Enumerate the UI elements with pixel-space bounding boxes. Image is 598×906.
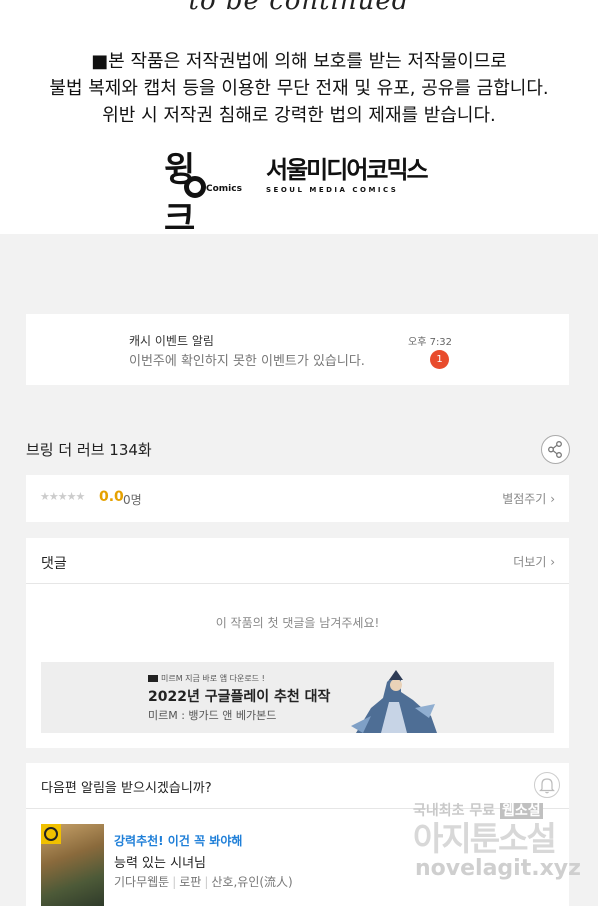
brand-logo-icon — [148, 675, 158, 682]
rating-votes: 0명 — [123, 493, 142, 507]
rating-stars: ★★★★★ — [40, 490, 85, 503]
seoul-media-logo: 서울미디어코믹스 SEOUL MEDIA COMICS — [266, 156, 429, 194]
rating-bar: ★★★★★ 0.0 0명 별점주기 › — [26, 475, 569, 522]
share-icon — [548, 441, 562, 458]
recommendation-tag: 강력추천! 이건 꼭 봐야해 — [114, 834, 243, 848]
divider — [26, 808, 569, 809]
event-time: 오후 7:32 — [408, 337, 453, 348]
event-title: 캐시 이벤트 알림 — [129, 334, 214, 348]
ad-brand: 미르M 지금 바로 앱 다운로드 ! — [148, 673, 265, 684]
copyright-text: ■본 작품은 저작권법에 의해 보호를 받는 저작물이므로 불법 복제와 캡처 … — [0, 48, 598, 129]
event-count-badge: 1 — [430, 350, 449, 369]
bell-icon — [539, 778, 555, 794]
clock-icon — [41, 824, 61, 844]
comments-more-button[interactable]: 더보기 › — [513, 553, 555, 570]
comments-section: 댓글 더보기 › 이 작품의 첫 댓글을 남겨주세요! 미르M 지금 바로 앱 … — [26, 538, 569, 748]
ad-character-image — [351, 670, 437, 733]
ad-subtitle: 미르M : 뱅가드 앤 베가본드 — [148, 709, 277, 722]
recommendation-title[interactable]: 능력 있는 시녀님 — [114, 852, 206, 871]
notify-button[interactable] — [534, 772, 560, 798]
notice-line: 불법 복제와 캡처 등을 이용한 무단 전재 및 유포, 공유를 금합니다. — [49, 78, 549, 99]
publisher-logos: 윙크 Comics 서울미디어코믹스 SEOUL MEDIA COMICS — [164, 150, 429, 239]
recommendation-meta: 기다무웹툰 | 로판 | 산호,유인(流人) — [114, 875, 293, 889]
copyright-notice: to be continued ■본 작품은 저작권법에 의해 보호를 받는 저… — [0, 0, 598, 239]
notice-line: 위반 시 저작권 침해로 강력한 법의 제재를 받습니다. — [102, 105, 496, 126]
comments-title: 댓글 — [41, 556, 67, 572]
chevron-right-icon: › — [550, 492, 555, 506]
rate-button[interactable]: 별점주기 › — [502, 490, 555, 507]
to-be-continued-text: to be continued — [188, 0, 410, 16]
episode-title: 브링 더 러브 134화 — [26, 441, 152, 459]
ad-banner[interactable]: 미르M 지금 바로 앱 다운로드 ! 2022년 구글플레이 추천 대작 미르M… — [41, 662, 554, 733]
comments-empty-text: 이 작품의 첫 댓글을 남겨주세요! — [215, 616, 380, 630]
next-episode-section: 다음편 알림을 받으시겠습니까? 강력추천! 이건 꼭 봐야해 능력 있는 시녀… — [26, 763, 569, 906]
chevron-right-icon: › — [550, 555, 555, 569]
event-notification[interactable]: 캐시 이벤트 알림 이번주에 확인하지 못한 이벤트가 있습니다. 오후 7:3… — [26, 314, 569, 385]
next-episode-question: 다음편 알림을 받으시겠습니까? — [41, 781, 212, 796]
recommendation-thumbnail[interactable] — [41, 824, 104, 906]
event-text: 이번주에 확인하지 못한 이벤트가 있습니다. — [129, 354, 365, 369]
rating-score: 0.0 — [99, 489, 124, 505]
divider — [26, 583, 569, 584]
ad-title: 2022년 구글플레이 추천 대작 — [148, 689, 331, 705]
notice-line: ■본 작품은 저작권법에 의해 보호를 받는 저작물이므로 — [91, 51, 507, 72]
share-button[interactable] — [541, 435, 570, 464]
